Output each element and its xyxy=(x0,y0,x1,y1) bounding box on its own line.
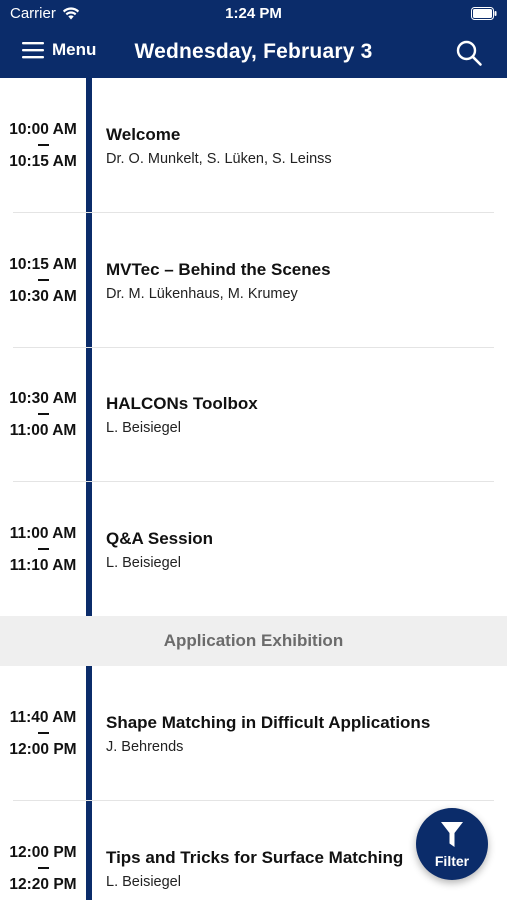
status-bar: Carrier 1:24 PM xyxy=(0,0,507,28)
end-time: 10:15 AM xyxy=(9,153,77,170)
event-title: Tips and Tricks for Surface Matching xyxy=(106,848,404,867)
page-title: Wednesday, February 3 xyxy=(134,40,373,63)
end-time: 12:20 PM xyxy=(9,876,77,893)
nav-bar: Menu Wednesday, February 3 xyxy=(0,28,507,78)
filter-icon xyxy=(441,822,463,847)
time-range: 10:30 AM 11:00 AM xyxy=(0,347,86,482)
search-icon[interactable] xyxy=(455,39,483,67)
event-title: Q&A Session xyxy=(106,529,214,548)
time-range: 12:00 PM 12:20 PM xyxy=(0,801,86,900)
time-range: 10:15 AM 10:30 AM xyxy=(0,213,86,348)
filter-button[interactable]: Filter xyxy=(416,808,488,880)
event-speakers: L. Beisiegel xyxy=(106,555,181,571)
time-range: 11:40 AM 12:00 PM xyxy=(0,666,86,801)
end-time: 12:00 PM xyxy=(9,741,77,758)
event-speakers: Dr. M. Lükenhaus, M. Krumey xyxy=(106,286,298,302)
event-speakers: J. Behrends xyxy=(106,739,184,755)
schedule-item[interactable]: 10:15 AM 10:30 AM MVTec – Behind the Sce… xyxy=(0,213,507,348)
start-time: 10:30 AM xyxy=(9,390,77,407)
end-time: 11:10 AM xyxy=(9,557,77,574)
schedule-list[interactable]: 10:00 AM 10:15 AM Welcome Dr. O. Munkelt… xyxy=(0,78,507,900)
start-time: 11:00 AM xyxy=(9,525,77,542)
event-title: HALCONs Toolbox xyxy=(106,394,258,413)
event-speakers: Dr. O. Munkelt, S. Lüken, S. Leinss xyxy=(106,151,332,167)
time-range: 10:00 AM 10:15 AM xyxy=(0,78,86,213)
event-title: MVTec – Behind the Scenes xyxy=(106,260,331,279)
start-time: 10:00 AM xyxy=(9,121,77,138)
schedule-item[interactable]: 11:40 AM 12:00 PM Shape Matching in Diff… xyxy=(0,666,507,801)
event-speakers: L. Beisiegel xyxy=(106,420,181,436)
filter-label: Filter xyxy=(434,853,470,869)
event-title: Welcome xyxy=(106,125,181,144)
end-time: 10:30 AM xyxy=(9,288,77,305)
status-time: 1:24 PM xyxy=(225,5,282,22)
time-range: 11:00 AM 11:10 AM xyxy=(0,482,86,617)
time-separator xyxy=(38,548,49,550)
start-time: 12:00 PM xyxy=(9,844,77,861)
event-speakers: L. Beisiegel xyxy=(106,874,181,890)
battery-icon xyxy=(471,7,497,20)
schedule-item[interactable]: 10:30 AM 11:00 AM HALCONs Toolbox L. Bei… xyxy=(0,347,507,482)
schedule-screen: Carrier 1:24 PM Menu Wednesday, February… xyxy=(0,0,507,900)
schedule-item[interactable]: 10:00 AM 10:15 AM Welcome Dr. O. Munkelt… xyxy=(0,78,507,213)
time-separator xyxy=(38,413,49,415)
time-separator xyxy=(38,732,49,734)
end-time: 11:00 AM xyxy=(9,422,77,439)
schedule-item[interactable]: 11:00 AM 11:10 AM Q&A Session L. Beisieg… xyxy=(0,482,507,617)
time-separator xyxy=(38,279,49,281)
time-separator xyxy=(38,867,49,869)
time-separator xyxy=(38,144,49,146)
section-header: Application Exhibition xyxy=(0,616,507,666)
event-title: Shape Matching in Difficult Applications xyxy=(106,713,431,732)
start-time: 10:15 AM xyxy=(9,256,77,273)
start-time: 11:40 AM xyxy=(9,709,77,726)
